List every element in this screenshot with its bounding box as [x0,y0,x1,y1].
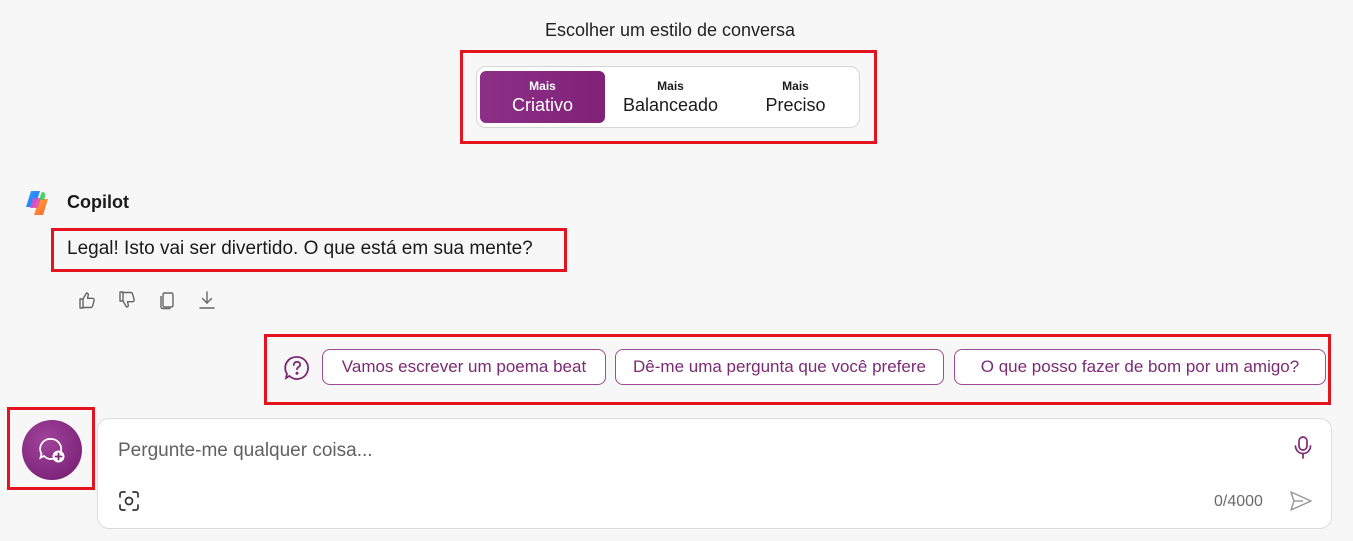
character-counter: 0/4000 [1214,493,1263,510]
tone-balanced-prefix: Mais [657,78,684,93]
thumbs-up-icon[interactable] [76,288,98,312]
tone-balanced-button[interactable]: Mais Balanceado [608,71,733,123]
send-icon[interactable] [1289,490,1313,512]
chat-input[interactable] [116,435,1270,467]
tone-precise-label: Preciso [765,94,826,115]
thumbs-down-icon[interactable] [116,288,138,312]
assistant-name: Copilot [67,192,129,212]
visual-search-icon[interactable] [118,490,140,512]
suggestion-chip-1[interactable]: Vamos escrever um poema beat [322,349,606,385]
copy-icon[interactable] [156,288,178,312]
new-chat-icon [39,438,65,463]
suggestion-chip-3[interactable]: O que posso fazer de bom por um amigo? [954,349,1326,385]
message-actions [76,288,218,314]
tone-creative-prefix: Mais [529,78,556,93]
tone-precise-prefix: Mais [782,78,809,93]
microphone-icon[interactable] [1291,435,1315,461]
suggestion-chip-2[interactable]: Dê-me uma pergunta que você prefere [615,349,944,385]
chat-composer: 0/4000 [97,418,1332,529]
tone-precise-button[interactable]: Mais Preciso [733,71,858,123]
conversation-style-title: Escolher um estilo de conversa [544,20,796,40]
help-question-icon[interactable] [283,354,311,382]
tone-balanced-label: Balanceado [622,94,719,115]
download-icon[interactable] [196,288,218,312]
conversation-style-selector: Mais Criativo Mais Balanceado Mais Preci… [476,66,860,128]
copilot-logo-icon [22,188,52,218]
new-topic-button[interactable] [22,420,82,480]
assistant-message: Legal! Isto vai ser divertido. O que est… [67,238,533,259]
tone-creative-label: Criativo [511,94,573,115]
tone-creative-button[interactable]: Mais Criativo [480,71,605,123]
